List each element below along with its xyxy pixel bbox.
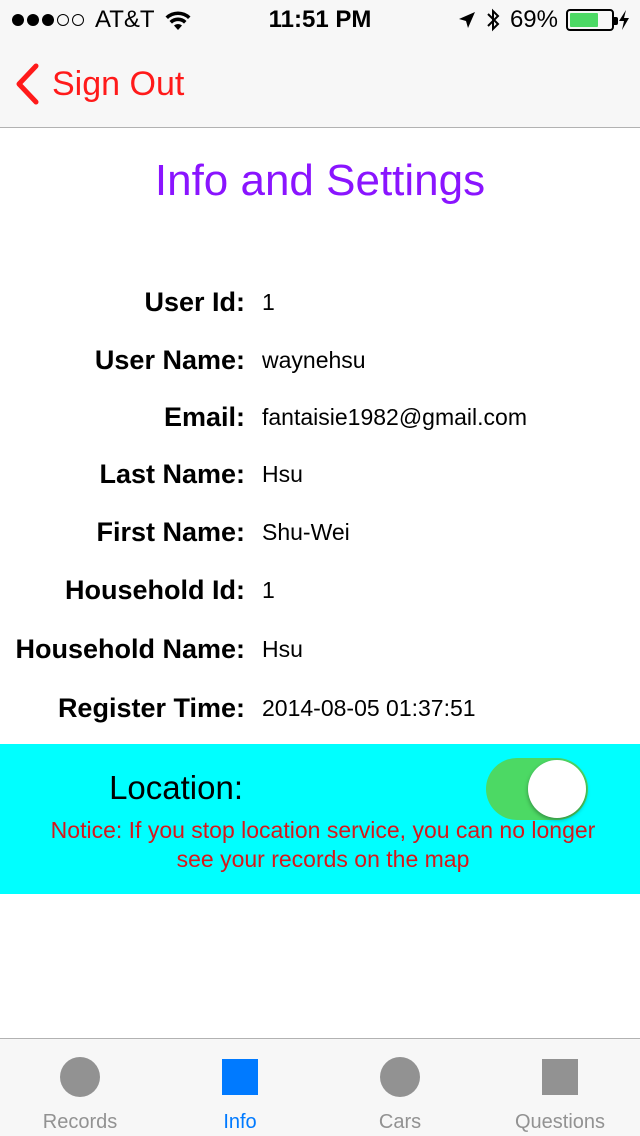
page-title: Info and Settings <box>154 156 486 205</box>
info-label: Household Id: <box>65 575 245 605</box>
location-label: Location: <box>109 769 243 806</box>
info-label: User Id: <box>144 287 245 317</box>
tab-cars[interactable]: Cars <box>320 1039 480 1136</box>
status-right: 69% <box>458 6 630 34</box>
cars-circle-icon <box>380 1057 420 1097</box>
info-label: User Name: <box>94 345 245 375</box>
location-toggle[interactable] <box>486 758 588 820</box>
tab-label: Questions <box>514 1111 606 1133</box>
toggle-knob <box>528 760 586 818</box>
battery-tip <box>614 17 618 25</box>
info-row-register-time: Register Time: 2014-08-05 01:37:51 <box>0 688 640 728</box>
info-label: Last Name: <box>99 459 245 489</box>
info-row-household-id: Household Id: 1 <box>0 570 640 610</box>
tab-records[interactable]: Records <box>0 1039 160 1136</box>
info-value: 1 <box>262 289 275 315</box>
navigation-bar: Sign Out <box>0 40 640 128</box>
info-square-icon <box>222 1059 258 1095</box>
bluetooth-icon <box>487 8 500 32</box>
info-row-email: Email: fantaisie1982@gmail.com <box>0 397 640 437</box>
info-value: 2014-08-05 01:37:51 <box>262 695 476 721</box>
info-row-last-name: Last Name: Hsu <box>0 454 640 494</box>
info-row-household-name: Household Name: Hsu <box>0 629 640 669</box>
battery-percent: 69% <box>509 6 558 33</box>
charging-bolt-icon <box>619 10 629 30</box>
tab-label: Info <box>223 1111 257 1133</box>
info-label: Household Name: <box>15 634 245 664</box>
info-value: Shu-Wei <box>262 519 350 545</box>
tab-info[interactable]: Info <box>160 1039 320 1136</box>
tab-label: Cars <box>378 1111 422 1133</box>
records-circle-icon <box>60 1057 100 1097</box>
chevron-left-icon <box>16 63 39 105</box>
status-bar: AT&T 11:51 PM 69% <box>0 0 640 40</box>
info-label: Email: <box>163 402 245 432</box>
info-value: Hsu <box>262 636 303 662</box>
info-label: First Name: <box>96 517 245 547</box>
battery-icon <box>566 9 618 31</box>
location-notice: Notice: If you stop location service, yo… <box>50 817 596 872</box>
info-row-first-name: First Name: Shu-Wei <box>0 512 640 552</box>
info-value: fantaisie1982@gmail.com <box>262 404 527 430</box>
info-value: 1 <box>262 577 275 603</box>
tab-questions[interactable]: Questions <box>480 1039 640 1136</box>
location-panel: Location: Notice: If you stop location s… <box>0 744 640 894</box>
sign-out-label: Sign Out <box>52 64 185 103</box>
tab-label: Records <box>42 1111 118 1133</box>
info-value: Hsu <box>262 461 303 487</box>
info-value: waynehsu <box>262 347 366 373</box>
info-row-user-id: User Id: 1 <box>0 282 640 322</box>
location-arrow-icon <box>458 12 475 28</box>
info-label: Register Time: <box>57 693 245 723</box>
sign-out-button[interactable]: Sign Out <box>14 60 184 108</box>
questions-square-icon <box>542 1059 578 1095</box>
battery-fill <box>570 13 598 27</box>
info-row-user-name: User Name: waynehsu <box>0 340 640 380</box>
tab-bar: Records Info Cars Questions <box>0 1038 640 1136</box>
